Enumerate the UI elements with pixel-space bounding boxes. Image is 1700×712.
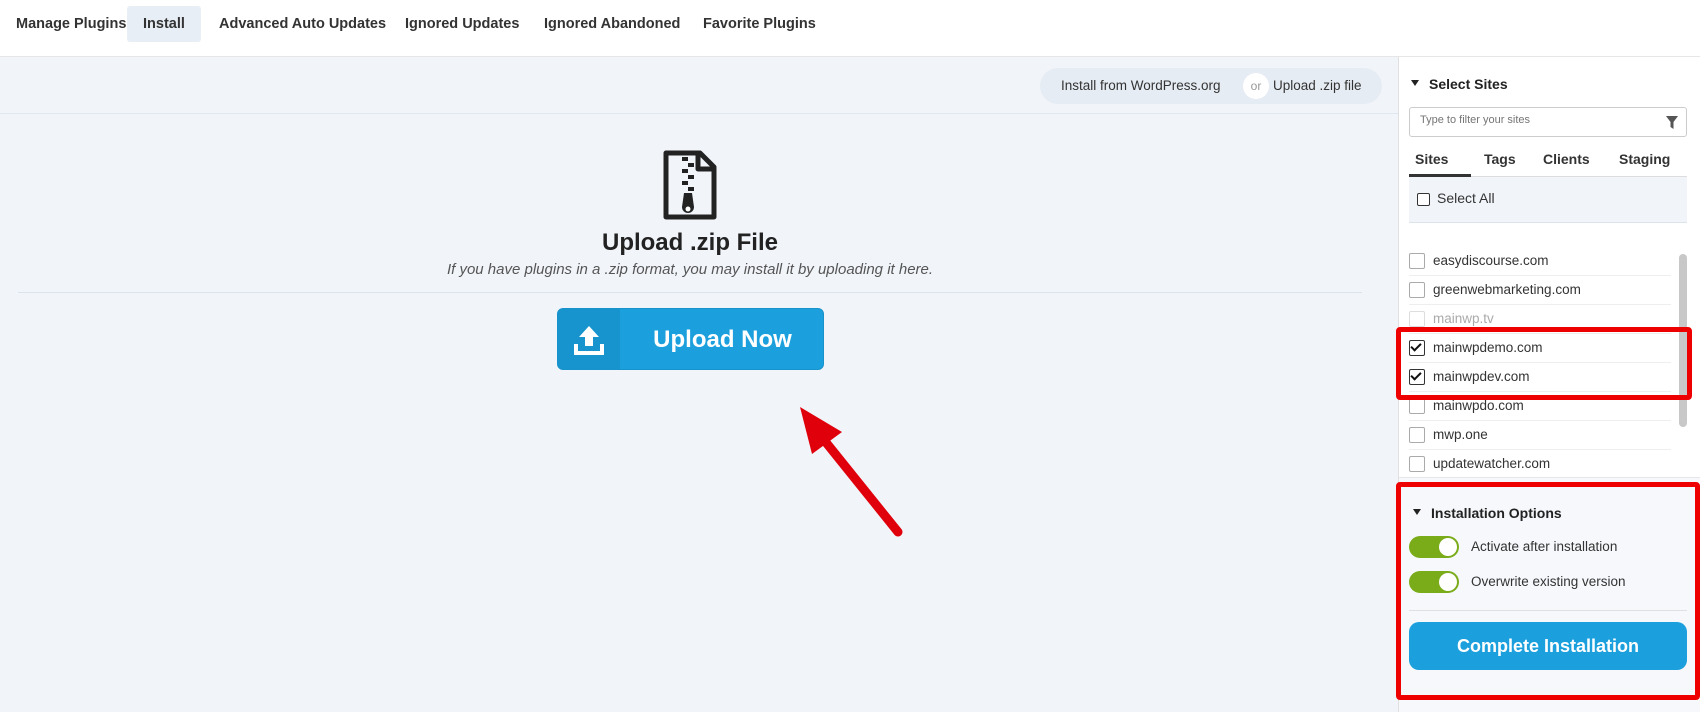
annotation-highlight-box	[1396, 327, 1692, 400]
upload-now-button[interactable]: Upload Now	[557, 308, 824, 370]
upload-zip-file-button[interactable]: Upload .zip file	[1273, 68, 1362, 104]
upload-zip-title: Upload .zip File	[601, 229, 778, 256]
site-name: mainwp.tv	[1433, 311, 1494, 326]
or-separator: or	[1243, 73, 1269, 99]
install-source-toggle: Install from WordPress.org or Upload .zi…	[1040, 68, 1382, 104]
main-content: Install from WordPress.org or Upload .zi…	[0, 57, 1398, 712]
annotation-arrow-icon	[800, 407, 903, 537]
site-checkbox[interactable]	[1409, 427, 1425, 443]
upload-zip-subtitle: If you have plugins in a .zip format, yo…	[446, 261, 934, 278]
site-checkbox[interactable]	[1409, 398, 1425, 414]
tab-ignored-abandoned[interactable]: Ignored Abandoned	[528, 6, 696, 42]
caret-down-icon	[1411, 80, 1419, 87]
annotation-highlight-box	[1396, 482, 1700, 700]
divider	[18, 292, 1362, 293]
list-item[interactable]: greenwebmarketing.com	[1409, 276, 1671, 305]
site-filter-input[interactable]	[1420, 114, 1660, 126]
select-all-label: Select All	[1437, 190, 1495, 206]
tab-sites[interactable]: Sites	[1415, 141, 1448, 177]
tab-manage-plugins[interactable]: Manage Plugins	[0, 6, 142, 42]
site-filter	[1409, 107, 1687, 137]
site-checkbox[interactable]	[1409, 253, 1425, 269]
top-nav: Manage Plugins Install Advanced Auto Upd…	[0, 0, 1700, 57]
tab-favorite-plugins[interactable]: Favorite Plugins	[687, 6, 832, 42]
site-name: updatewatcher.com	[1433, 456, 1551, 471]
site-name: greenwebmarketing.com	[1433, 282, 1581, 297]
tab-install[interactable]: Install	[127, 6, 201, 42]
site-name: mainwpdo.com	[1433, 398, 1524, 413]
upload-now-label: Upload Now	[653, 326, 792, 353]
select-sites-title: Select Sites	[1429, 76, 1508, 92]
tab-advanced-auto-updates[interactable]: Advanced Auto Updates	[203, 6, 402, 42]
zip-file-icon	[663, 150, 717, 220]
site-checkbox[interactable]	[1409, 311, 1425, 327]
select-all-checkbox[interactable]	[1417, 193, 1430, 206]
tab-ignored-updates[interactable]: Ignored Updates	[389, 6, 535, 42]
site-checkbox[interactable]	[1409, 282, 1425, 298]
select-all-row[interactable]: Select All	[1409, 177, 1687, 223]
filter-icon[interactable]	[1666, 116, 1678, 130]
site-checkbox[interactable]	[1409, 456, 1425, 472]
tab-staging[interactable]: Staging	[1619, 141, 1670, 177]
select-sites-header[interactable]: Select Sites	[1411, 76, 1508, 92]
tab-tags[interactable]: Tags	[1484, 141, 1516, 177]
upload-icon	[558, 309, 620, 369]
install-from-wordpress-org-button[interactable]: Install from WordPress.org	[1061, 68, 1221, 104]
list-item[interactable]: easydiscourse.com	[1409, 247, 1671, 276]
site-tabs: Sites Tags Clients Staging	[1409, 141, 1687, 177]
list-item[interactable]: updatewatcher.com	[1409, 450, 1671, 479]
site-name: easydiscourse.com	[1433, 253, 1549, 268]
list-item[interactable]: mwp.one	[1409, 421, 1671, 450]
site-name: mwp.one	[1433, 427, 1488, 442]
divider	[0, 113, 1398, 114]
tab-clients[interactable]: Clients	[1543, 141, 1590, 177]
